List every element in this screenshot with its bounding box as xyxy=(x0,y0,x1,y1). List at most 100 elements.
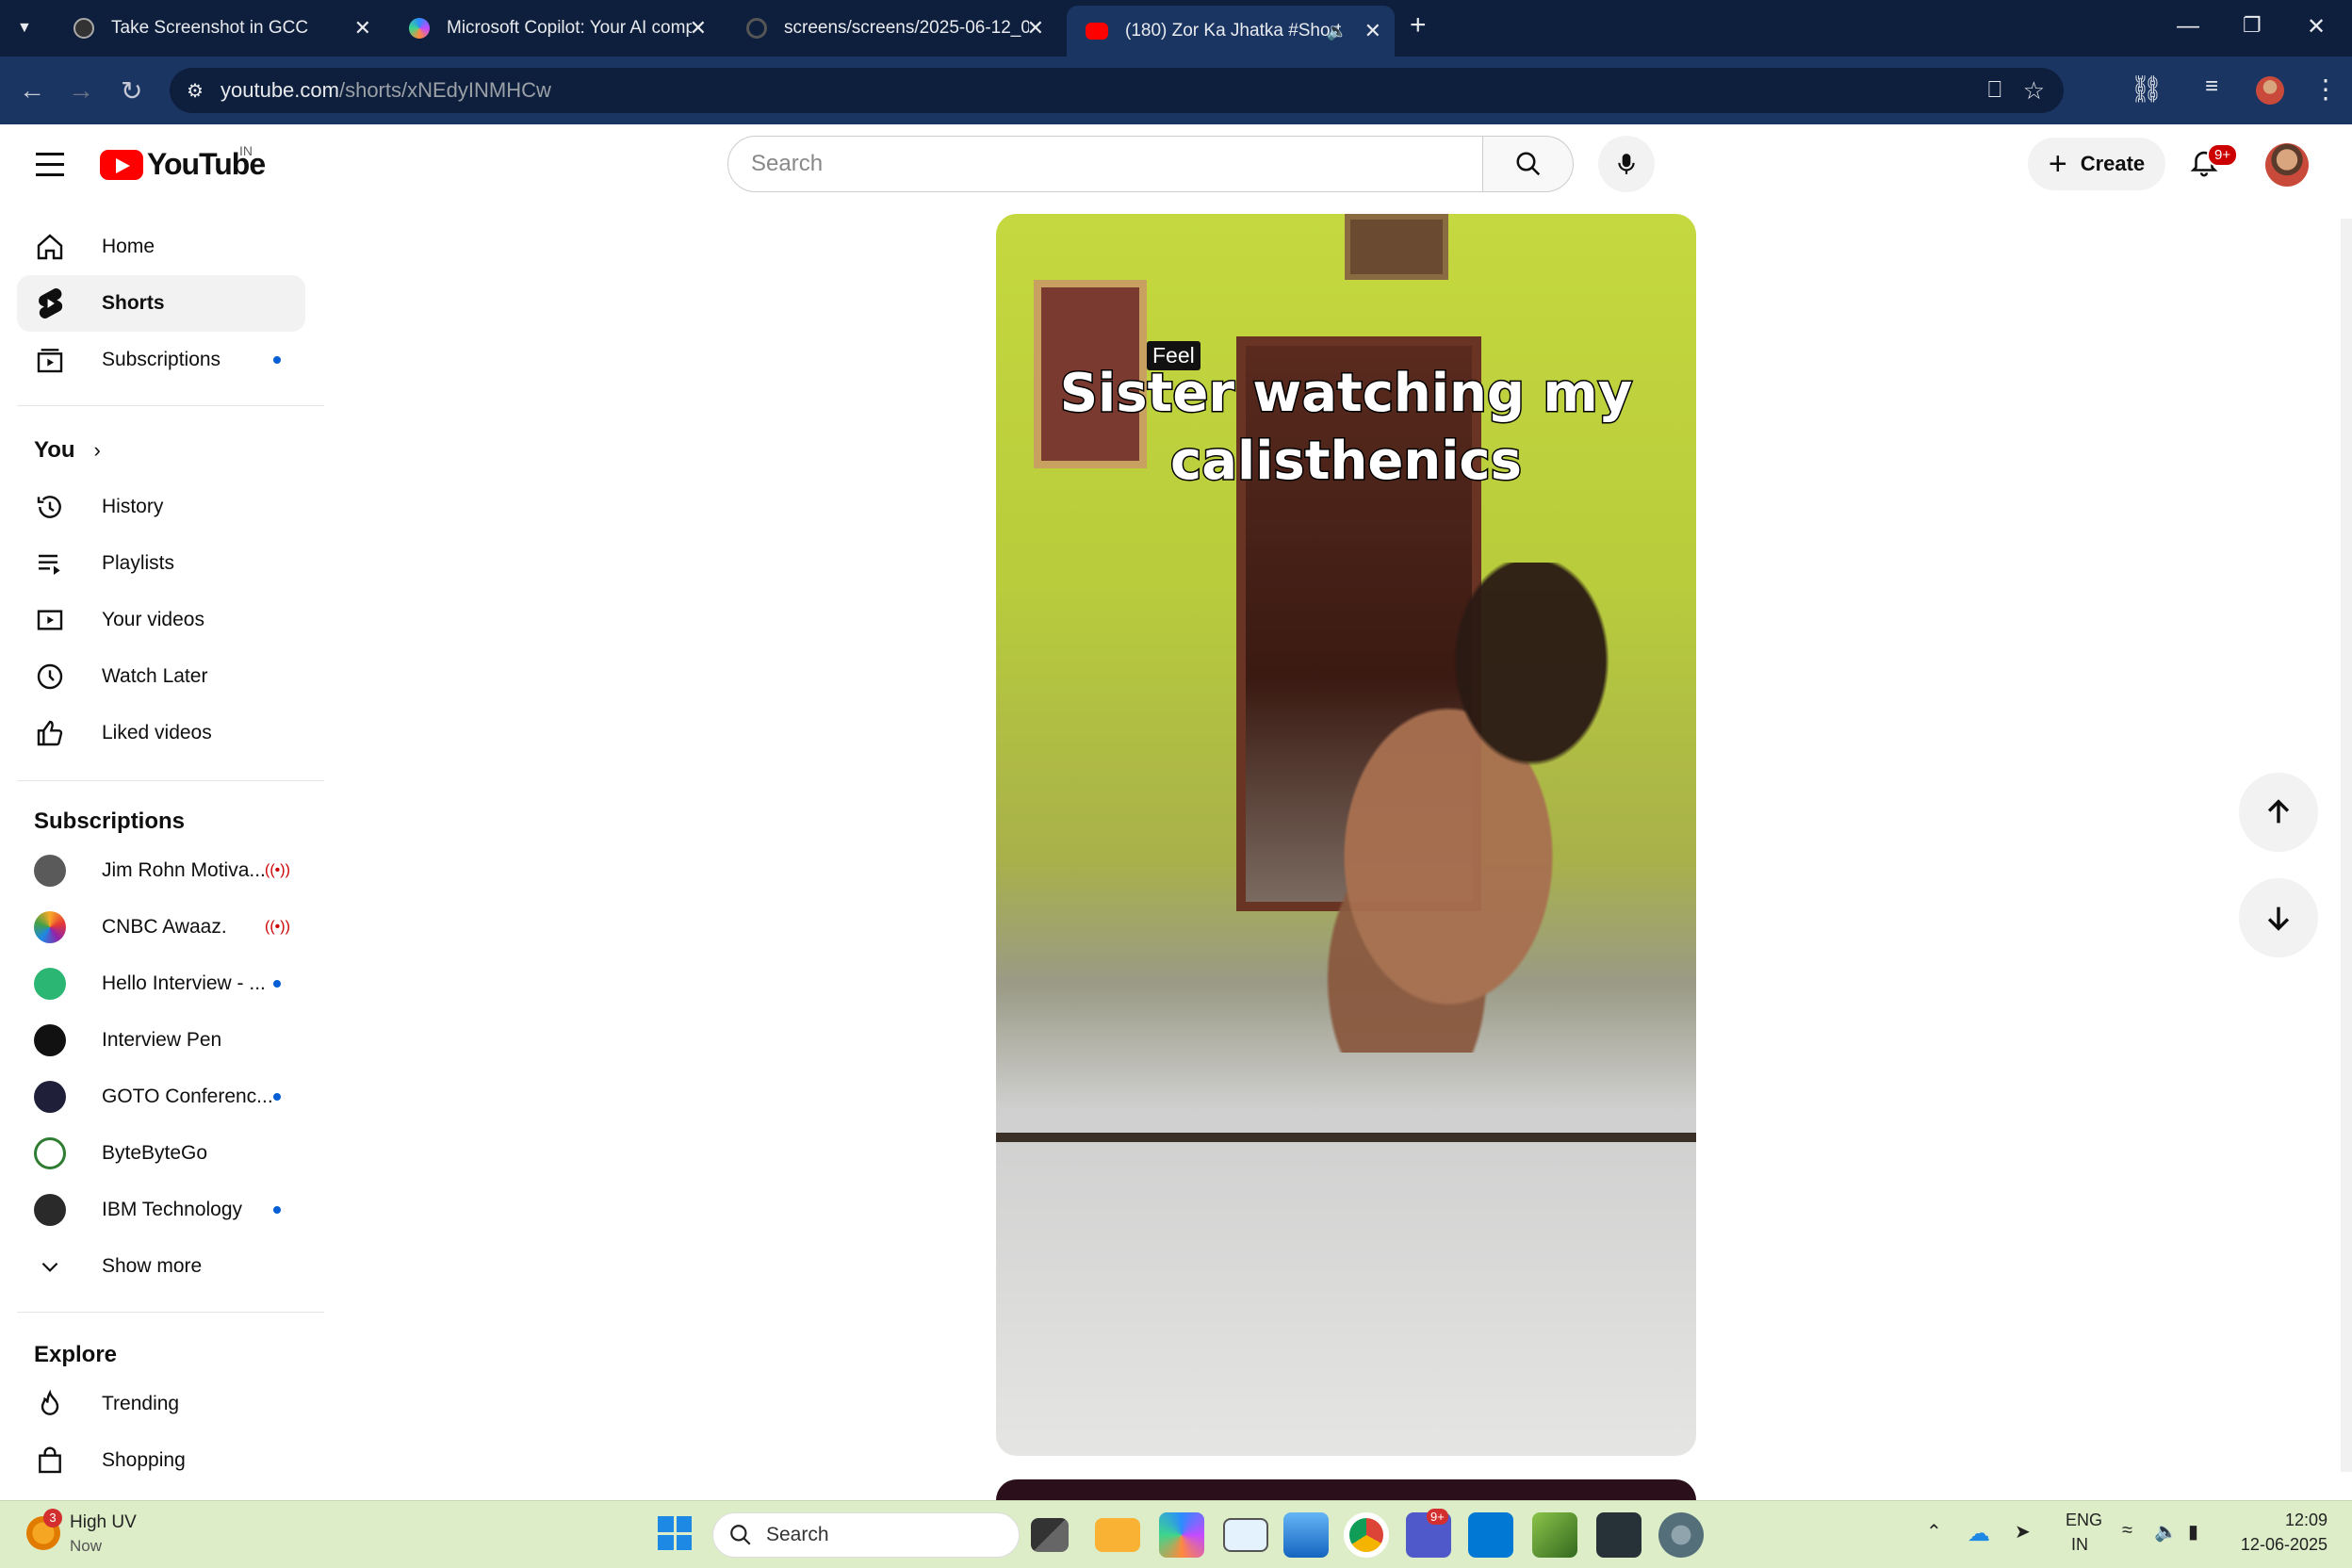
github-favicon xyxy=(746,18,767,39)
sidebar-item-label: IBM Technology xyxy=(102,1199,243,1220)
wall-frame xyxy=(1345,214,1448,280)
voice-search-button[interactable] xyxy=(1598,136,1655,192)
clock-date[interactable]: 12-06-2025 xyxy=(2235,1535,2328,1555)
site-info-icon[interactable]: ⚙ xyxy=(187,79,204,103)
search-icon xyxy=(1516,152,1540,176)
floor-line xyxy=(996,1133,1696,1142)
account-avatar[interactable] xyxy=(2265,143,2309,187)
photos-app-icon[interactable] xyxy=(1283,1512,1329,1558)
battery-icon[interactable]: ▮ xyxy=(2188,1520,2198,1544)
url-path: /shorts/xNEdyINMHCw xyxy=(338,78,551,102)
taskbar-search[interactable]: Search xyxy=(712,1512,1020,1558)
chevron-up-icon[interactable]: ⌃ xyxy=(1926,1520,1942,1544)
sidebar-item-shopping[interactable]: Shopping xyxy=(17,1432,305,1489)
profile-avatar[interactable] xyxy=(2256,76,2284,105)
sidebar-item-channel[interactable]: Jim Rohn Motiva... ((•)) xyxy=(17,842,305,899)
microsoft365-icon[interactable] xyxy=(1159,1512,1204,1558)
guide-menu-icon[interactable] xyxy=(36,153,64,177)
tab-youtube-short[interactable]: (180) Zor Ka Jhatka #Shorts 🔈 ✕ xyxy=(1067,6,1395,57)
shopping-bag-icon xyxy=(34,1445,66,1477)
sidebar-item-label: Playlists xyxy=(102,552,175,574)
install-app-icon[interactable]: ⎕ xyxy=(1988,77,2001,104)
sidebar-item-channel[interactable]: Hello Interview - ... xyxy=(17,956,305,1012)
back-arrow-icon[interactable]: ← xyxy=(19,75,45,106)
clock-time[interactable]: 12:09 xyxy=(2265,1511,2328,1530)
arrow-down-icon xyxy=(2267,906,2290,931)
media-control-icon[interactable]: ≡ xyxy=(2205,74,2218,100)
search-placeholder: Search xyxy=(751,151,824,176)
language-indicator[interactable]: ENG xyxy=(2066,1511,2102,1530)
reload-icon[interactable]: ↻ xyxy=(121,75,142,106)
url-host: youtube.com xyxy=(220,78,339,102)
forward-arrow-icon[interactable]: → xyxy=(68,75,94,106)
chrome-icon[interactable] xyxy=(1344,1512,1389,1558)
url-bar[interactable]: ⚙ youtube.com/shorts/xNEdyINMHCw ⎕ ☆ xyxy=(170,68,2064,113)
sidebar-item-playlists[interactable]: Playlists xyxy=(17,535,305,592)
you-section-link[interactable]: You › xyxy=(34,437,101,464)
divider xyxy=(17,780,324,781)
screenshot-favicon xyxy=(74,18,94,39)
new-content-dot xyxy=(273,1206,281,1214)
tab-screenshot[interactable]: Take Screenshot in GCC ✕ xyxy=(55,8,384,49)
search-input[interactable]: Search xyxy=(727,136,1483,192)
channel-avatar xyxy=(34,911,66,943)
close-icon[interactable]: ✕ xyxy=(1364,19,1381,43)
sidebar-item-history[interactable]: History xyxy=(17,479,305,535)
sidebar-item-home[interactable]: Home xyxy=(17,219,305,275)
file-explorer-icon[interactable] xyxy=(1095,1518,1140,1552)
show-more-button[interactable]: Show more xyxy=(17,1238,305,1295)
sidebar-item-shorts[interactable]: Shorts xyxy=(17,275,305,332)
new-tab-button[interactable]: + xyxy=(1410,9,1427,41)
terminal-icon[interactable] xyxy=(1596,1512,1642,1558)
tab-search-button[interactable]: ▼ xyxy=(0,8,60,49)
sidebar-item-subscriptions[interactable]: Subscriptions xyxy=(17,332,305,388)
sidebar-item-watch-later[interactable]: Watch Later xyxy=(17,648,305,705)
sidebar-item-trending[interactable]: Trending xyxy=(17,1376,305,1432)
bookmark-star-icon[interactable]: ☆ xyxy=(2023,76,2045,106)
tab-github[interactable]: screens/screens/2025-06-12_09 ✕ xyxy=(727,8,1057,49)
close-window-button[interactable]: ✕ xyxy=(2307,13,2326,41)
sidebar-item-liked-videos[interactable]: Liked videos xyxy=(17,705,305,761)
close-icon[interactable]: ✕ xyxy=(1027,16,1044,41)
windows-start-icon[interactable] xyxy=(658,1516,692,1550)
task-view-icon[interactable] xyxy=(1031,1518,1069,1552)
tab-copilot[interactable]: Microsoft Copilot: Your AI comp ✕ xyxy=(390,8,720,49)
outlook-icon[interactable] xyxy=(1468,1512,1513,1558)
channel-avatar xyxy=(34,1024,66,1056)
previous-short-button[interactable] xyxy=(2239,773,2318,852)
sidebar-item-channel[interactable]: IBM Technology xyxy=(17,1182,305,1238)
trending-icon xyxy=(34,1388,66,1420)
onedrive-cloud-icon[interactable]: ☁ xyxy=(1968,1520,1990,1547)
short-video-player[interactable]: Feel Sister watching my calisthenics xyxy=(996,214,1696,1456)
speaker-icon[interactable]: 🔈 xyxy=(1327,22,1348,41)
wifi-icon[interactable]: ≈ xyxy=(2122,1520,2132,1542)
location-arrow-icon[interactable]: ➤ xyxy=(2015,1520,2031,1544)
sidebar-item-channel[interactable]: GOTO Conferenc... xyxy=(17,1069,305,1125)
new-content-dot xyxy=(273,980,281,988)
explore-heading: Explore xyxy=(34,1342,118,1367)
restore-button[interactable]: ❐ xyxy=(2243,13,2262,38)
minimize-button[interactable]: — xyxy=(2177,13,2199,40)
image-editor-icon[interactable] xyxy=(1532,1512,1577,1558)
volume-icon[interactable]: 🔈 xyxy=(2154,1520,2178,1544)
address-toolbar: ← → ↻ ⚙ youtube.com/shorts/xNEdyINMHCw ⎕… xyxy=(0,57,2352,124)
page-scrollbar[interactable] xyxy=(2341,219,2352,1472)
subscriptions-heading: Subscriptions xyxy=(34,808,186,834)
shorts-icon xyxy=(34,287,66,319)
sidebar-item-label: Show more xyxy=(102,1255,203,1277)
next-short-button[interactable] xyxy=(2239,878,2318,957)
extensions-icon[interactable]: ⛓ xyxy=(2130,74,2164,105)
weather-badge: 3 xyxy=(43,1509,62,1527)
search-button[interactable] xyxy=(1483,136,1574,192)
sidebar-item-channel[interactable]: CNBC Awaaz. ((•)) xyxy=(17,899,305,956)
close-icon[interactable]: ✕ xyxy=(354,16,371,41)
create-button[interactable]: + Create xyxy=(2028,138,2165,190)
sidebar-item-your-videos[interactable]: Your videos xyxy=(17,592,305,648)
sidebar-item-channel[interactable]: ByteByteGo xyxy=(17,1125,305,1182)
close-icon[interactable]: ✕ xyxy=(690,16,707,41)
sidebar-item-channel[interactable]: Interview Pen xyxy=(17,1012,305,1069)
settings-gear-icon[interactable] xyxy=(1658,1512,1704,1558)
youtube-logo[interactable]: YouTube IN xyxy=(100,143,266,182)
window-app-icon[interactable] xyxy=(1223,1518,1268,1552)
more-menu-icon[interactable]: ⋮ xyxy=(2312,74,2339,105)
